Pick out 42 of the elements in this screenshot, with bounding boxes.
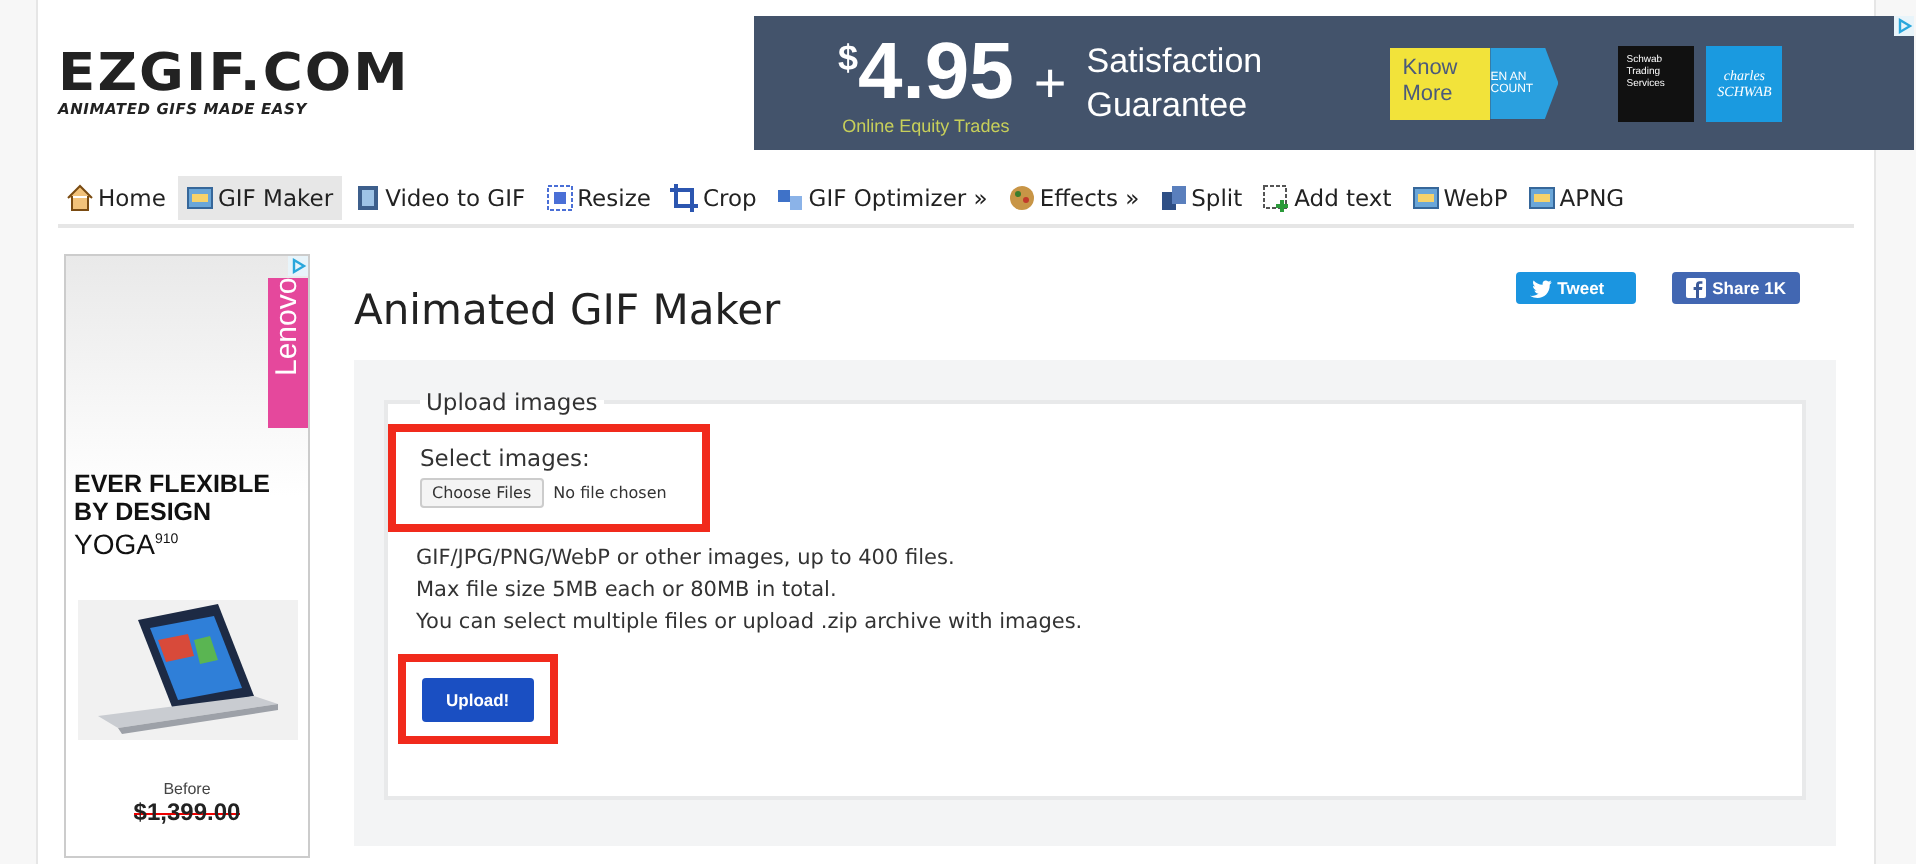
- bird-icon: [1529, 279, 1552, 297]
- nav-link[interactable]: Video to GIF: [345, 176, 534, 220]
- ad-price: 4.95: [858, 31, 1014, 111]
- help-text: GIF/JPG/PNG/WebP or other images, up to 400 files.: [416, 544, 957, 574]
- page-title: Animated GIF Maker: [354, 286, 781, 334]
- nav-link[interactable]: Crop: [662, 176, 765, 220]
- nav-link[interactable]: Home: [58, 176, 174, 220]
- nav-link[interactable]: Resize: [537, 176, 659, 220]
- plus-sign: +: [1033, 51, 1067, 115]
- nav-link[interactable]: WebP: [1403, 176, 1516, 220]
- ad-headline: Satisfaction Guarantee: [1086, 40, 1265, 126]
- adchoices-icon: [1894, 16, 1914, 36]
- nav-link[interactable]: APNG: [1519, 176, 1633, 220]
- nav-link[interactable]: Effects »: [999, 176, 1148, 220]
- film-icon: [353, 184, 382, 212]
- help-text: You can select multiple files or upload .zip archive with images.: [416, 607, 1085, 637]
- nav-link[interactable]: GIF Optimizer »: [768, 176, 996, 220]
- adchoices-icon: [288, 256, 308, 276]
- help-text: Max file size 5MB each or 80MB in total.: [416, 575, 839, 606]
- file-status: No file chosen: [553, 484, 667, 502]
- ad-subline: Online Equity Trades: [842, 115, 1010, 135]
- product-name: YOGA$^{910}$: [74, 527, 181, 559]
- palette-icon: [1007, 184, 1036, 212]
- know-more-button[interactable]: Know More: [1390, 47, 1491, 119]
- add-icon: [1262, 184, 1291, 212]
- logo[interactable]: EZGIF.COM: [58, 48, 410, 100]
- crop-icon: [670, 184, 699, 212]
- facebook-icon: [1686, 278, 1707, 298]
- house-icon: [66, 184, 94, 212]
- nav-link[interactable]: Split: [1151, 176, 1251, 220]
- fieldset-legend: Upload images: [420, 388, 604, 416]
- resize-icon: [545, 184, 574, 212]
- upload-button[interactable]: Upload!: [422, 678, 534, 723]
- nav-link[interactable]: GIF Maker: [177, 176, 342, 220]
- choose-files-button[interactable]: Choose Files: [420, 478, 544, 508]
- ad-headline: EVER FLEXIBLE BY DESIGN: [74, 472, 272, 527]
- nav-link[interactable]: Add text: [1254, 176, 1400, 220]
- field-label: Select images:: [420, 444, 592, 472]
- brand-logo: Lenovo: [268, 278, 308, 428]
- share-button[interactable]: Share 1K: [1672, 272, 1800, 304]
- ad-text: Before: [161, 779, 213, 797]
- currency-sign: $: [838, 37, 859, 79]
